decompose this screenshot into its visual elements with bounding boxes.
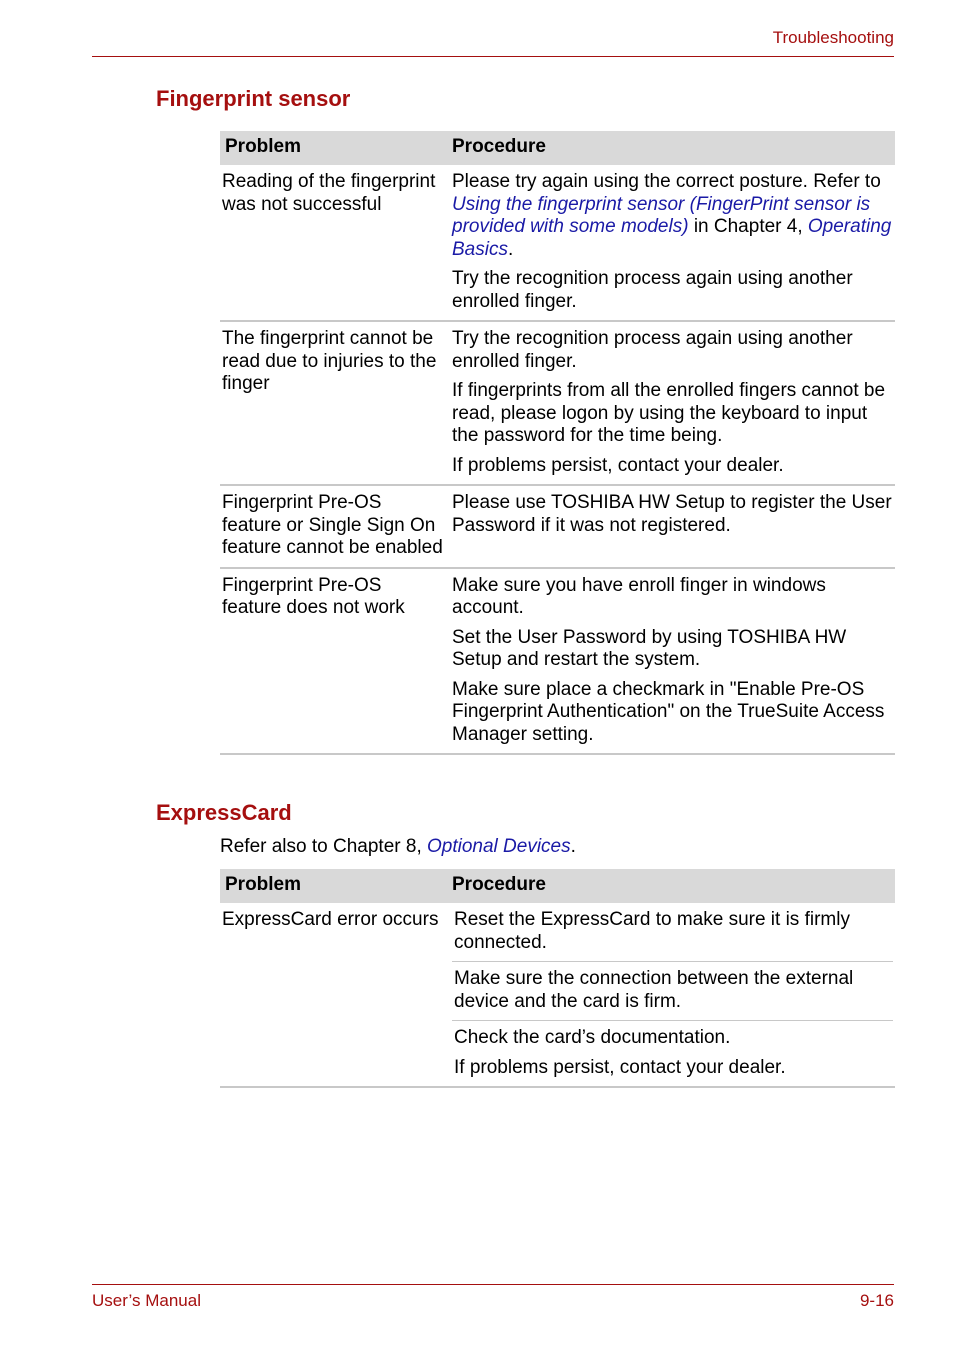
footer-manual-title: User’s Manual <box>92 1291 201 1310</box>
table-row: Fingerprint Pre-OS feature or Single Sig… <box>220 485 895 569</box>
running-header-title: Troubleshooting <box>772 28 894 47</box>
procedure-cell: Reset the ExpressCard to make sure it is… <box>447 903 895 1088</box>
problem-cell: Fingerprint Pre-OS feature or Single Sig… <box>220 485 447 569</box>
problem-cell: Fingerprint Pre-OS feature does not work <box>220 567 447 755</box>
procedure-block: Make sure the connection between the ext… <box>452 962 893 1021</box>
procedure-cell: Please try again using the correct postu… <box>447 165 895 322</box>
expresscard-table: Problem Procedure ExpressCard error occu… <box>220 869 895 1088</box>
column-header-problem: Problem <box>220 869 447 903</box>
fingerprint-table: Problem Procedure Reading of the fingerp… <box>220 131 895 755</box>
procedure-text: Please try again using the correct postu… <box>452 171 881 192</box>
problem-cell: ExpressCard error occurs <box>220 903 447 1088</box>
procedure-paragraph: Make sure the connection between the ext… <box>454 968 854 1012</box>
cross-reference-link[interactable]: Optional Devices <box>427 836 571 857</box>
procedure-paragraph: Try the recognition process again using … <box>452 268 853 312</box>
procedure-cell: Make sure you have enroll finger in wind… <box>447 567 895 755</box>
table-row: Fingerprint Pre-OS feature does not work… <box>220 567 895 755</box>
procedure-paragraph: Try the recognition process again using … <box>452 328 853 372</box>
procedure-paragraph: Make sure place a checkmark in "Enable P… <box>452 678 885 745</box>
procedure-cell: Please use TOSHIBA HW Setup to register … <box>447 485 895 569</box>
column-header-procedure: Procedure <box>447 869 895 903</box>
procedure-paragraph: Make sure you have enroll finger in wind… <box>452 574 826 619</box>
procedure-paragraph: Reset the ExpressCard to make sure it is… <box>454 909 850 953</box>
section-title-fingerprint: Fingerprint sensor <box>156 86 351 111</box>
procedure-paragraph: Please use TOSHIBA HW Setup to register … <box>452 492 892 536</box>
table-row: ExpressCard error occurs Reset the Expre… <box>220 903 895 1088</box>
footer-rule <box>92 1284 894 1285</box>
procedure-block: Check the card’s documentation. If probl… <box>452 1021 893 1079</box>
procedure-paragraph: If problems persist, contact your dealer… <box>454 1056 786 1078</box>
section-title-expresscard: ExpressCard <box>156 800 292 825</box>
intro-text: . <box>570 836 576 857</box>
procedure-block: Reset the ExpressCard to make sure it is… <box>452 909 893 962</box>
procedure-cell: Try the recognition process again using … <box>447 321 895 486</box>
procedure-paragraph: Please try again using the correct postu… <box>452 171 893 261</box>
table-header-row: Problem Procedure <box>220 869 895 903</box>
procedure-paragraph: Set the User Password by using TOSHIBA H… <box>452 626 847 671</box>
column-header-problem: Problem <box>220 131 447 165</box>
procedure-text: in Chapter 4, <box>688 216 808 237</box>
problem-cell: The fingerprint cannot be read due to in… <box>220 321 447 486</box>
table-header-row: Problem Procedure <box>220 131 895 165</box>
procedure-paragraph: If fingerprints from all the enrolled fi… <box>452 380 886 446</box>
intro-text: Refer also to Chapter 8, <box>220 836 427 857</box>
procedure-text: . <box>507 238 514 260</box>
expresscard-intro: Refer also to Chapter 8, Optional Device… <box>220 836 576 858</box>
procedure-paragraph: If problems persist, contact your dealer… <box>452 454 784 476</box>
table-row: The fingerprint cannot be read due to in… <box>220 321 895 486</box>
header-rule <box>92 56 894 57</box>
procedure-paragraph: Check the card’s documentation. <box>454 1027 731 1048</box>
problem-cell: Reading of the fingerprint was not succe… <box>220 165 447 322</box>
page-number: 9-16 <box>859 1291 894 1310</box>
table-row: Reading of the fingerprint was not succe… <box>220 165 895 322</box>
column-header-procedure: Procedure <box>447 131 895 165</box>
